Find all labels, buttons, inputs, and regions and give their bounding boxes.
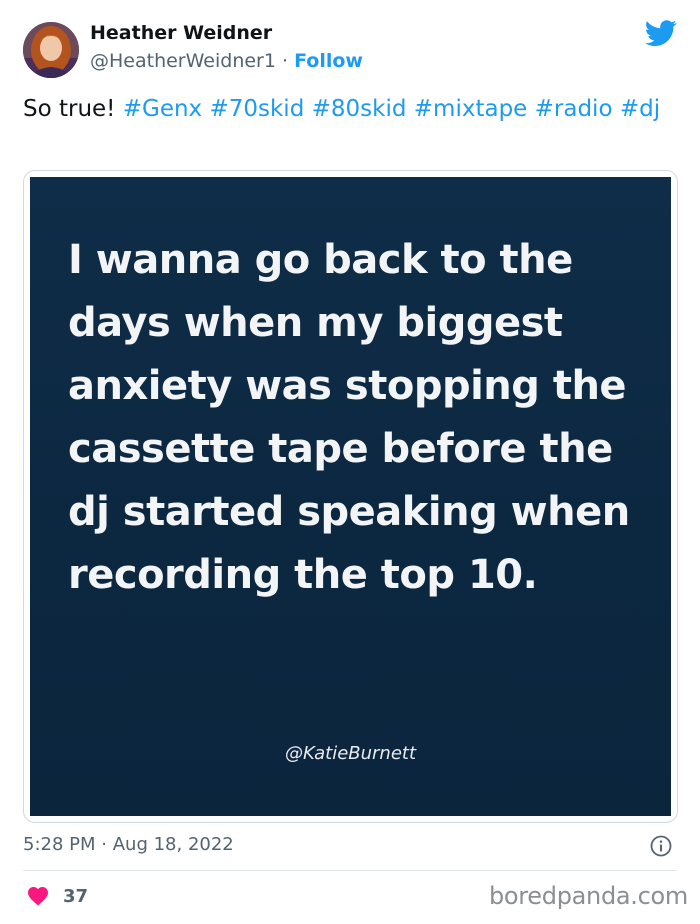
watermark: boredpanda.com <box>488 882 688 910</box>
quote-text: I wanna go back to the days when my bigg… <box>68 237 630 598</box>
like-count[interactable]: 37 <box>63 886 88 907</box>
hashtag-link[interactable]: #mixtape <box>414 96 528 122</box>
follow-button[interactable]: Follow <box>294 50 363 72</box>
hashtag-link[interactable]: #radio <box>535 96 613 122</box>
quote-image: I wanna go back to the days when my bigg… <box>30 177 671 816</box>
tweet-date: Aug 18, 2022 <box>112 834 234 855</box>
hashtag-link[interactable]: #80skid <box>312 96 407 122</box>
author-handle[interactable]: @HeatherWeidner1 <box>90 50 276 72</box>
timestamp-separator: · <box>101 834 107 855</box>
hashtag-link[interactable]: #Genx <box>123 96 202 122</box>
author-meta: @HeatherWeidner1 · Follow <box>90 50 363 72</box>
quote-credit: @KatieBurnett <box>284 743 417 764</box>
twitter-bird-icon[interactable] <box>645 17 677 49</box>
avatar-image <box>23 22 79 78</box>
info-icon[interactable] <box>649 834 673 858</box>
hashtag-link[interactable]: #dj <box>620 96 660 122</box>
tweet-timestamp[interactable]: 5:28 PM · Aug 18, 2022 <box>23 834 234 855</box>
avatar[interactable] <box>23 22 79 78</box>
tweet-text: So true! #Genx #70skid #80skid #mixtape … <box>23 94 683 125</box>
meta-separator: · <box>282 50 289 72</box>
author-name[interactable]: Heather Weidner <box>90 22 272 44</box>
divider <box>23 870 677 871</box>
hashtag-link[interactable]: #70skid <box>209 96 304 122</box>
tweet-media[interactable]: I wanna go back to the days when my bigg… <box>23 170 678 823</box>
heart-icon[interactable] <box>26 884 50 908</box>
tweet-time: 5:28 PM <box>23 834 96 855</box>
tweet-body: So true! <box>23 96 116 122</box>
